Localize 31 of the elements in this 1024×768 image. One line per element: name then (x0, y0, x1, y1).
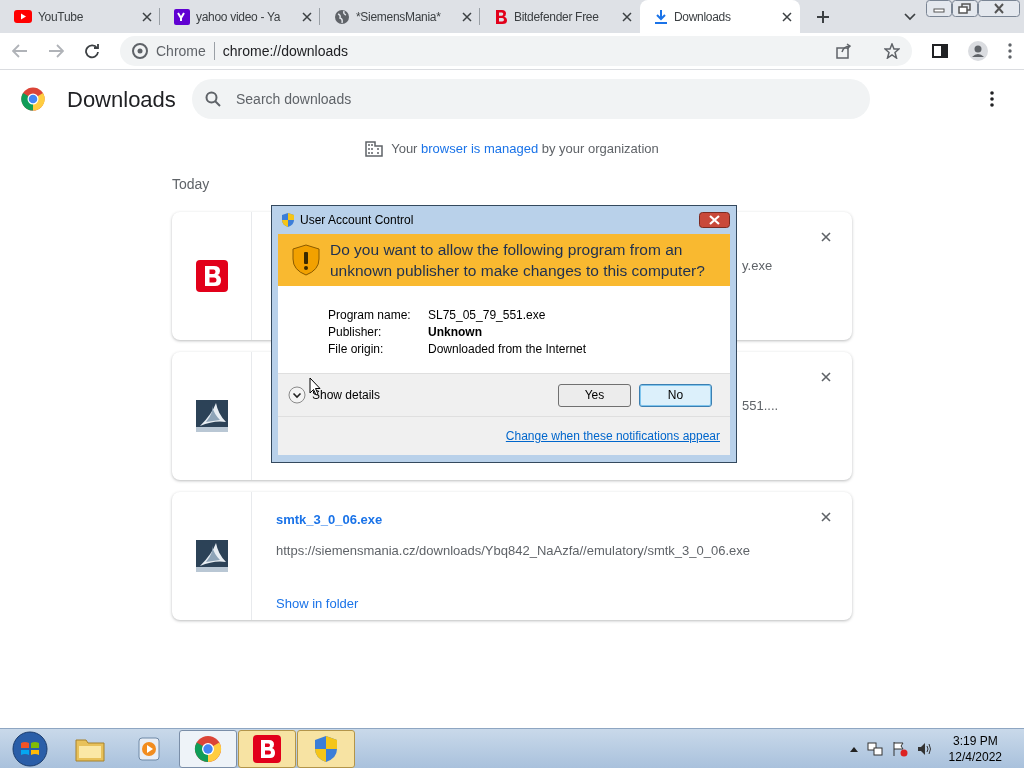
date-heading: Today (172, 174, 210, 194)
uac-question: Do you want to allow the following program from an unknown publisher to make changes to this computer? (330, 240, 706, 281)
field-label: File origin: (328, 341, 385, 357)
field-label: Publisher: (328, 324, 383, 340)
dialog-button[interactable]: No (639, 383, 712, 407)
tab-title: *SiemensMania* (356, 8, 441, 26)
page-title: Downloads (67, 85, 177, 114)
clock-time: 3:19 PM (952, 732, 998, 749)
tab-title: Downloads (674, 8, 731, 26)
search-field[interactable]: Search downloads (192, 79, 870, 119)
site-label: Chrome (156, 41, 206, 61)
file-name-link[interactable]: smtk_3_0_06.exe (276, 509, 383, 529)
url-text: chrome://downloads (222, 41, 349, 61)
clock-date: 12/4/2022 (948, 748, 1002, 765)
dialog-title: User Account Control (300, 212, 414, 229)
field-label: Program name: (328, 307, 412, 323)
tab-title: yahoo video - Ya (196, 8, 281, 26)
field-value: SL75_05_79_551.exe (428, 307, 546, 323)
managed-link[interactable]: browser is managed (421, 141, 539, 156)
show-in-folder-link[interactable]: Show in folder (276, 593, 359, 613)
tab-title: Bitdefender Free (514, 8, 599, 26)
managed-notice: Your browser is managed by your organization (391, 140, 659, 158)
file-url: 551.... (742, 396, 779, 415)
address-bar[interactable]: Chrome chrome://downloads (120, 36, 912, 66)
file-url: https://siemensmania.cz/downloads/Ybq842_NaAzfa//emulatory/smtk_3_0_06.exe (276, 542, 751, 560)
dialog-button[interactable]: Yes (558, 383, 631, 407)
tab-title: YouTube (38, 8, 84, 26)
file-url: y.exe (742, 256, 773, 275)
browser-tab[interactable]: Downloads (640, 0, 800, 33)
field-value: Downloaded from the Internet (428, 341, 587, 357)
field-value: Unknown (428, 324, 482, 340)
